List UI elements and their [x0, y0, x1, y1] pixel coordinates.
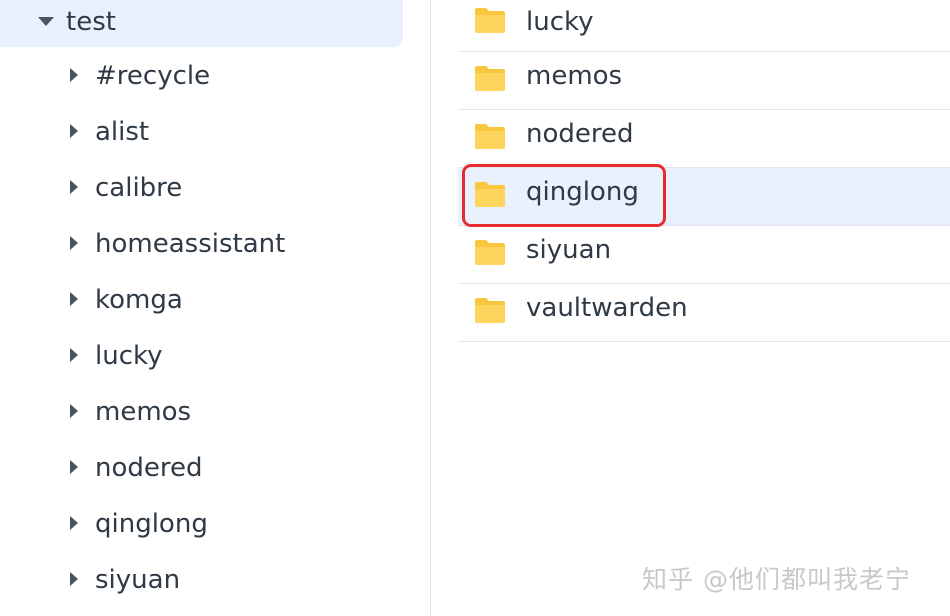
tree-item[interactable]: qinglong: [0, 497, 430, 553]
file-row[interactable]: vaultwarden: [458, 284, 950, 342]
folder-icon: [475, 240, 505, 265]
tree-item[interactable]: #recycle: [0, 49, 430, 105]
caret-right-icon[interactable]: [70, 404, 78, 418]
folder-icon: [475, 8, 505, 33]
tree-item-label: komga: [95, 285, 183, 315]
caret-right-icon[interactable]: [70, 516, 78, 530]
tree-item-label: siyuan: [95, 565, 181, 595]
tree-item-label: nodered: [95, 453, 203, 483]
folder-tree-panel: test #recycle alist calibre homeassistan…: [0, 0, 431, 616]
folder-icon: [475, 298, 505, 323]
caret-right-icon[interactable]: [70, 180, 78, 194]
folder-icon: [475, 124, 505, 149]
caret-right-icon[interactable]: [70, 236, 78, 250]
tree-item-label: test: [66, 7, 116, 37]
file-row[interactable]: memos: [458, 52, 950, 110]
tree-item-test[interactable]: test: [0, 0, 403, 47]
file-name: siyuan: [526, 235, 612, 265]
caret-right-icon[interactable]: [70, 348, 78, 362]
tree-item-label: lucky: [95, 341, 163, 371]
file-row-selected[interactable]: qinglong: [458, 168, 950, 226]
caret-right-icon[interactable]: [70, 68, 78, 82]
tree-item[interactable]: alist: [0, 105, 430, 161]
caret-down-icon[interactable]: [38, 17, 54, 26]
tree-item[interactable]: siyuan: [0, 553, 430, 609]
file-row[interactable]: lucky: [458, 0, 950, 52]
tree-item[interactable]: homeassistant: [0, 217, 430, 273]
tree-item-label: homeassistant: [95, 229, 286, 259]
file-list-panel: lucky memos nodered qinglong siyuan vaul…: [458, 0, 950, 616]
file-list: lucky memos nodered qinglong siyuan vaul…: [458, 0, 950, 342]
tree-item[interactable]: lucky: [0, 329, 430, 385]
watermark-text: 知乎 @他们都叫我老宁: [642, 565, 911, 594]
caret-right-icon[interactable]: [70, 292, 78, 306]
file-manager-window: test #recycle alist calibre homeassistan…: [0, 0, 950, 616]
tree-item-label: alist: [95, 117, 150, 147]
file-row[interactable]: nodered: [458, 110, 950, 168]
file-name: memos: [526, 61, 623, 91]
tree-item-label: calibre: [95, 173, 183, 203]
tree-item[interactable]: calibre: [0, 161, 430, 217]
file-name: vaultwarden: [526, 293, 688, 323]
folder-icon: [475, 66, 505, 91]
tree-item[interactable]: komga: [0, 273, 430, 329]
caret-right-icon[interactable]: [70, 572, 78, 586]
caret-right-icon[interactable]: [70, 460, 78, 474]
tree-item[interactable]: nodered: [0, 441, 430, 497]
tree-item-label: memos: [95, 397, 192, 427]
file-name: lucky: [526, 7, 594, 37]
tree-children-list: #recycle alist calibre homeassistant kom…: [0, 49, 430, 609]
caret-right-icon[interactable]: [70, 124, 78, 138]
file-name: qinglong: [526, 177, 639, 207]
file-name: nodered: [526, 119, 634, 149]
tree-item-label: #recycle: [95, 61, 211, 91]
tree-item-label: qinglong: [95, 509, 208, 539]
tree-item[interactable]: memos: [0, 385, 430, 441]
folder-icon: [475, 182, 505, 207]
file-row[interactable]: siyuan: [458, 226, 950, 284]
